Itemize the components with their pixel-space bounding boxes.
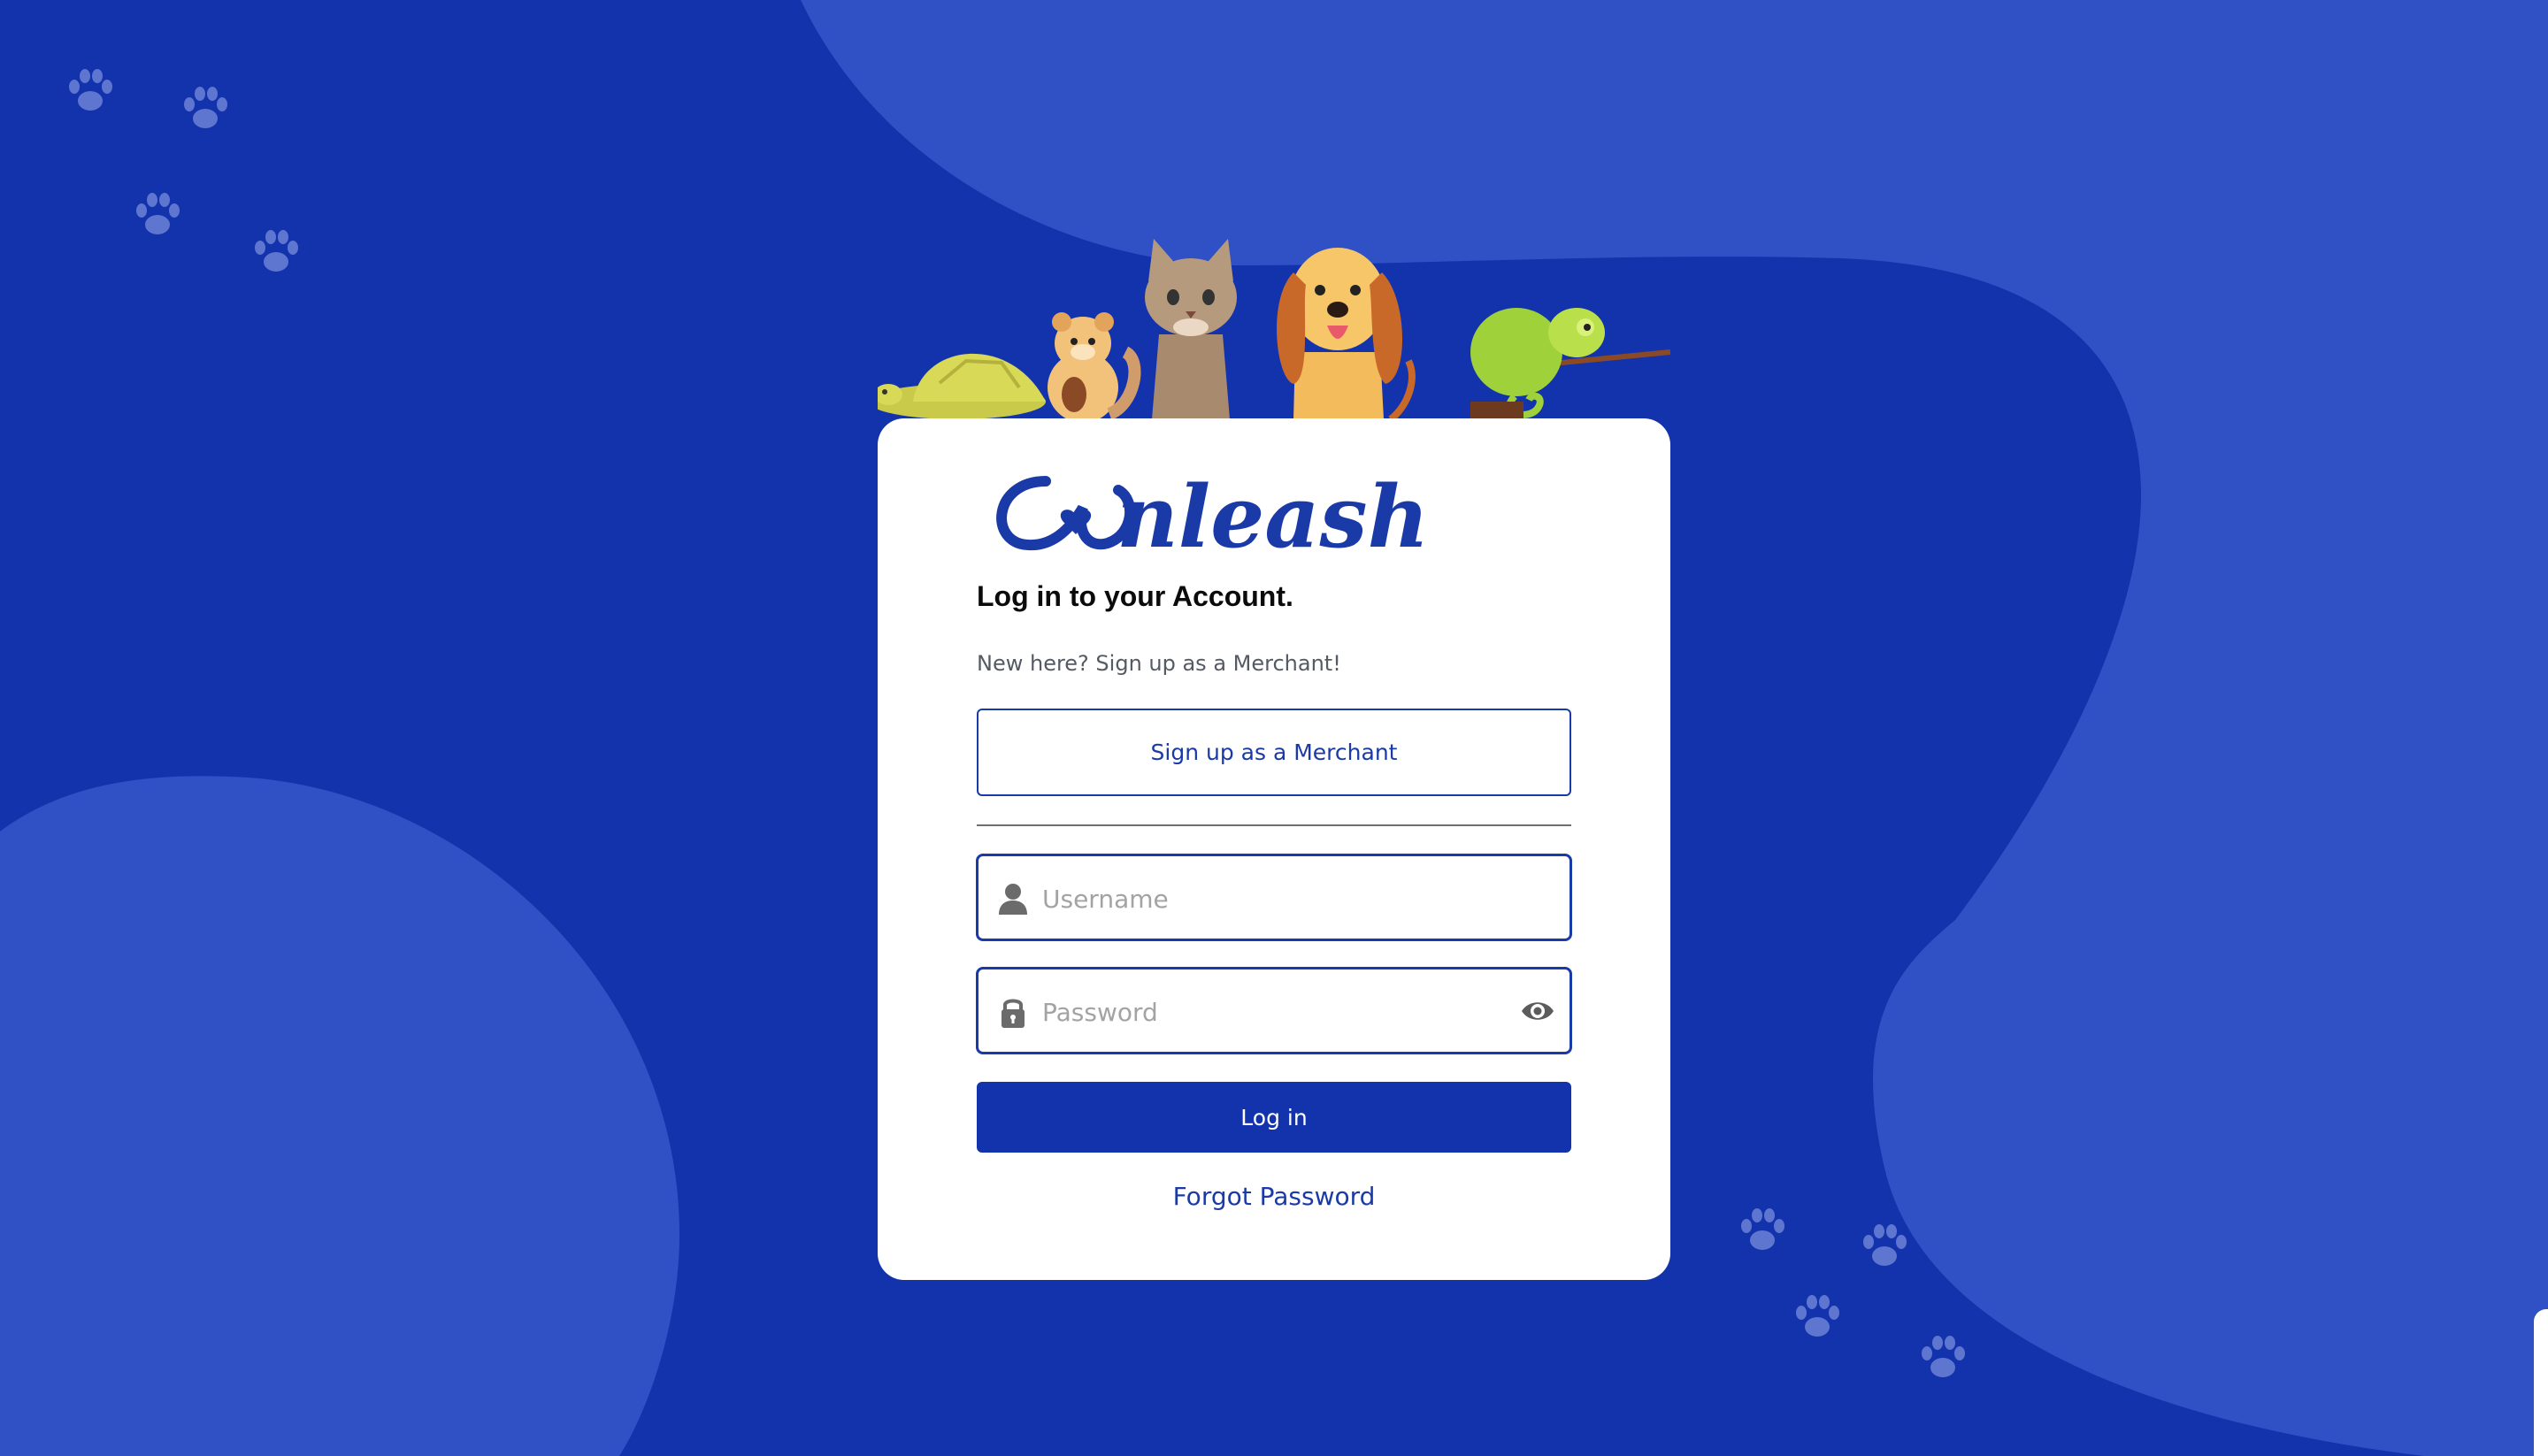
hamster-icon: [1048, 312, 1141, 419]
lock-icon: [1002, 999, 1025, 1028]
paw-icon: [184, 87, 227, 128]
paw-icon: [136, 193, 180, 234]
forgot-password-link[interactable]: Forgot Password: [977, 1182, 1571, 1211]
page-title: Log in to your Account.: [977, 580, 1293, 612]
divider: [977, 824, 1571, 826]
eye-icon[interactable]: [1520, 996, 1555, 1026]
chameleon-icon: [1470, 308, 1670, 419]
paw-icon: [255, 230, 298, 272]
password-input[interactable]: [1040, 984, 1504, 1040]
paw-icon: [1922, 1336, 1965, 1377]
dog-icon: [1277, 248, 1416, 419]
paw-icon: [1796, 1295, 1839, 1337]
paw-icon: [69, 69, 112, 111]
signup-merchant-button[interactable]: Sign up as a Merchant: [977, 709, 1571, 796]
username-field[interactable]: [976, 854, 1572, 941]
unleash-logo: nleash: [996, 472, 1429, 561]
login-page: nleash Log in to your Account. New here?…: [0, 0, 2548, 1456]
login-button[interactable]: Log in: [977, 1082, 1571, 1153]
password-field[interactable]: [976, 967, 1572, 1054]
side-tab[interactable]: [2534, 1309, 2548, 1456]
logo-text: nleash: [1117, 472, 1429, 561]
pets-illustration: [878, 239, 1670, 419]
paw-icon: [1741, 1208, 1784, 1250]
user-icon: [999, 884, 1027, 915]
turtle-icon: [878, 353, 1046, 419]
username-input[interactable]: [1040, 870, 1504, 927]
cat-icon: [1145, 239, 1237, 419]
paw-icon: [1863, 1224, 1907, 1266]
page-subtitle: New here? Sign up as a Merchant!: [977, 651, 1341, 676]
